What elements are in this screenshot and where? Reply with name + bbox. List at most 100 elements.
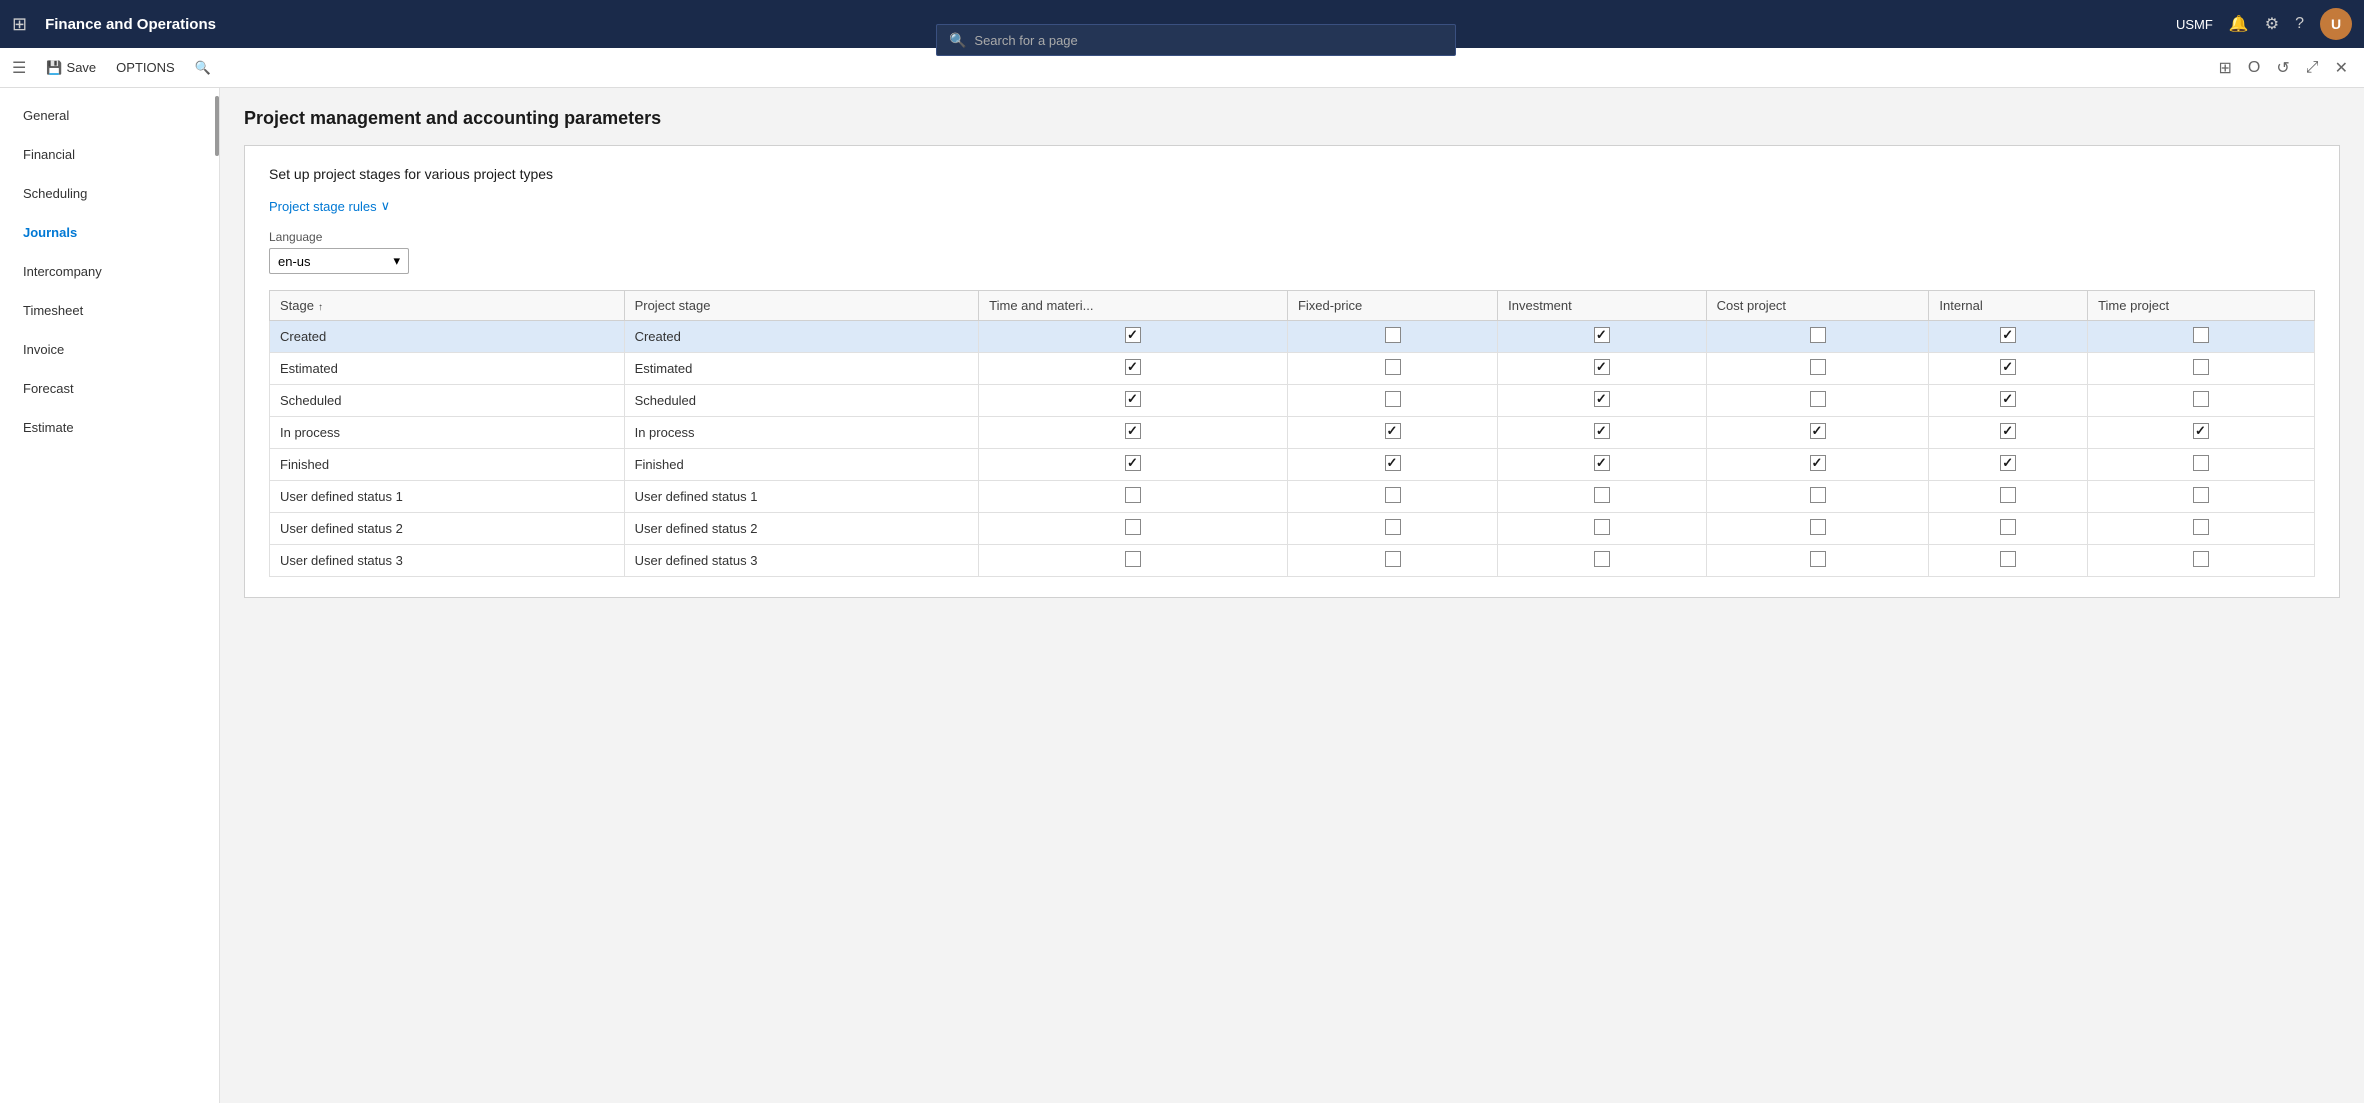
cell-timeProject[interactable] [2088, 513, 2315, 545]
cell-internal[interactable] [1929, 385, 2088, 417]
cell-investment[interactable] [1498, 545, 1707, 577]
sidebar-item-timesheet[interactable]: Timesheet [0, 291, 219, 330]
cell-fixedPrice[interactable] [1287, 545, 1497, 577]
checkbox-fixedPrice[interactable] [1385, 487, 1401, 503]
grid-toolbar-icon[interactable]: ⊞ [2215, 54, 2236, 82]
checkbox-timeMaterial[interactable] [1125, 487, 1141, 503]
office-icon[interactable]: O [2244, 55, 2264, 81]
cell-costProject[interactable] [1706, 481, 1929, 513]
checkbox-internal[interactable] [2000, 423, 2016, 439]
col-header-stage[interactable]: Stage↑ [270, 291, 625, 321]
sidebar-item-invoice[interactable]: Invoice [0, 330, 219, 369]
checkbox-internal[interactable] [2000, 455, 2016, 471]
checkbox-fixedPrice[interactable] [1385, 423, 1401, 439]
checkbox-investment[interactable] [1594, 327, 1610, 343]
cell-internal[interactable] [1929, 513, 2088, 545]
checkbox-timeMaterial[interactable] [1125, 455, 1141, 471]
cell-timeProject[interactable] [2088, 545, 2315, 577]
checkbox-timeMaterial[interactable] [1125, 359, 1141, 375]
checkbox-investment[interactable] [1594, 423, 1610, 439]
checkbox-costProject[interactable] [1810, 487, 1826, 503]
cell-costProject[interactable] [1706, 417, 1929, 449]
table-row[interactable]: User defined status 2User defined status… [270, 513, 2315, 545]
checkbox-investment[interactable] [1594, 359, 1610, 375]
checkbox-costProject[interactable] [1810, 359, 1826, 375]
cell-investment[interactable] [1498, 353, 1707, 385]
checkbox-fixedPrice[interactable] [1385, 327, 1401, 343]
sidebar-item-forecast[interactable]: Forecast [0, 369, 219, 408]
cell-timeProject[interactable] [2088, 417, 2315, 449]
checkbox-internal[interactable] [2000, 551, 2016, 567]
cell-timeMaterial[interactable] [979, 513, 1288, 545]
cell-timeMaterial[interactable] [979, 449, 1288, 481]
cell-internal[interactable] [1929, 321, 2088, 353]
cell-investment[interactable] [1498, 321, 1707, 353]
checkbox-costProject[interactable] [1810, 423, 1826, 439]
checkbox-timeProject[interactable] [2193, 391, 2209, 407]
cell-timeProject[interactable] [2088, 481, 2315, 513]
cell-costProject[interactable] [1706, 385, 1929, 417]
checkbox-timeProject[interactable] [2193, 551, 2209, 567]
cell-timeProject[interactable] [2088, 321, 2315, 353]
checkbox-fixedPrice[interactable] [1385, 455, 1401, 471]
close-icon[interactable]: ✕ [2331, 54, 2352, 82]
checkbox-timeProject[interactable] [2193, 423, 2209, 439]
table-row[interactable]: FinishedFinished [270, 449, 2315, 481]
checkbox-internal[interactable] [2000, 327, 2016, 343]
cell-timeMaterial[interactable] [979, 321, 1288, 353]
table-row[interactable]: User defined status 1User defined status… [270, 481, 2315, 513]
options-button[interactable]: OPTIONS [108, 56, 183, 79]
checkbox-internal[interactable] [2000, 391, 2016, 407]
cell-fixedPrice[interactable] [1287, 353, 1497, 385]
sidebar-item-general[interactable]: General [0, 96, 219, 135]
checkbox-fixedPrice[interactable] [1385, 391, 1401, 407]
sidebar-item-financial[interactable]: Financial [0, 135, 219, 174]
checkbox-internal[interactable] [2000, 487, 2016, 503]
checkbox-timeMaterial[interactable] [1125, 327, 1141, 343]
checkbox-fixedPrice[interactable] [1385, 519, 1401, 535]
checkbox-investment[interactable] [1594, 391, 1610, 407]
search-input[interactable] [974, 33, 1443, 48]
cell-timeProject[interactable] [2088, 449, 2315, 481]
checkbox-costProject[interactable] [1810, 455, 1826, 471]
cell-fixedPrice[interactable] [1287, 385, 1497, 417]
cell-timeMaterial[interactable] [979, 545, 1288, 577]
sidebar-item-journals[interactable]: Journals [0, 213, 219, 252]
cell-timeProject[interactable] [2088, 353, 2315, 385]
cell-investment[interactable] [1498, 449, 1707, 481]
table-row[interactable]: ScheduledScheduled [270, 385, 2315, 417]
checkbox-timeProject[interactable] [2193, 327, 2209, 343]
checkbox-costProject[interactable] [1810, 519, 1826, 535]
cell-costProject[interactable] [1706, 353, 1929, 385]
cell-timeMaterial[interactable] [979, 481, 1288, 513]
refresh-icon[interactable]: ↺ [2272, 54, 2293, 82]
cell-investment[interactable] [1498, 417, 1707, 449]
checkbox-timeProject[interactable] [2193, 359, 2209, 375]
checkbox-costProject[interactable] [1810, 551, 1826, 567]
table-row[interactable]: EstimatedEstimated [270, 353, 2315, 385]
expand-icon[interactable]: ⤢ [2302, 55, 2323, 81]
checkbox-timeMaterial[interactable] [1125, 551, 1141, 567]
bell-icon[interactable]: 🔔 [2229, 14, 2249, 34]
checkbox-investment[interactable] [1594, 519, 1610, 535]
hamburger-icon[interactable]: ☰ [12, 58, 26, 78]
search-toolbar-icon[interactable]: 🔍 [187, 56, 219, 80]
sidebar-item-estimate[interactable]: Estimate [0, 408, 219, 447]
language-select[interactable]: en-us ▾ [269, 248, 409, 274]
search-bar[interactable]: 🔍 [936, 24, 1456, 56]
checkbox-timeProject[interactable] [2193, 487, 2209, 503]
sidebar-item-scheduling[interactable]: Scheduling [0, 174, 219, 213]
help-icon[interactable]: ? [2295, 15, 2304, 33]
cell-fixedPrice[interactable] [1287, 321, 1497, 353]
cell-investment[interactable] [1498, 385, 1707, 417]
table-row[interactable]: In processIn process [270, 417, 2315, 449]
cell-internal[interactable] [1929, 353, 2088, 385]
cell-timeProject[interactable] [2088, 385, 2315, 417]
checkbox-internal[interactable] [2000, 359, 2016, 375]
cell-investment[interactable] [1498, 513, 1707, 545]
table-row[interactable]: CreatedCreated [270, 321, 2315, 353]
cell-timeMaterial[interactable] [979, 417, 1288, 449]
cell-fixedPrice[interactable] [1287, 513, 1497, 545]
cell-costProject[interactable] [1706, 449, 1929, 481]
checkbox-fixedPrice[interactable] [1385, 551, 1401, 567]
